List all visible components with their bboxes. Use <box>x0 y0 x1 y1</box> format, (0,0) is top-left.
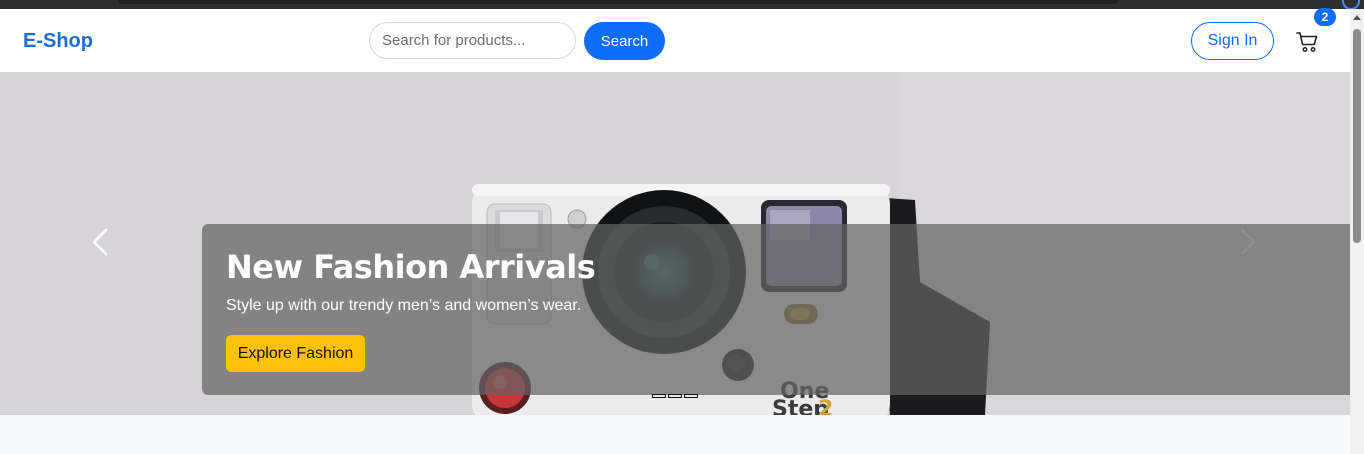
explore-fashion-button[interactable]: Explore Fashion <box>226 335 365 372</box>
slide-caption: New Fashion Arrivals Style up with our t… <box>202 224 1350 395</box>
scroll-up-arrow-icon[interactable] <box>1353 15 1361 20</box>
browser-address-bar-edge <box>118 0 1118 4</box>
search-input[interactable] <box>369 22 576 59</box>
carousel-indicator[interactable] <box>684 394 698 398</box>
browser-top-strip <box>0 0 1364 10</box>
svg-text:2: 2 <box>818 397 833 415</box>
cart-count-badge: 2 <box>1314 8 1336 26</box>
chevron-left-icon <box>92 228 108 256</box>
brand-logo[interactable]: E-Shop <box>23 30 93 53</box>
sign-in-button[interactable]: Sign In <box>1191 22 1274 60</box>
search-button[interactable]: Search <box>584 22 665 60</box>
cart-icon[interactable] <box>1296 31 1320 53</box>
carousel-indicator[interactable] <box>652 394 666 398</box>
slide-title: New Fashion Arrivals <box>226 248 596 286</box>
navbar: E-Shop Search Sign In 2 <box>0 8 1350 73</box>
carousel-indicators <box>652 394 698 398</box>
hero-carousel: One Step 2 New Fashion Arrivals Style up… <box>0 72 1350 415</box>
scrollbar-thumb[interactable] <box>1353 29 1361 243</box>
carousel-prev-button[interactable] <box>80 222 120 262</box>
carousel-indicator[interactable] <box>668 394 682 398</box>
slide-description: Style up with our trendy men’s and women… <box>226 297 582 314</box>
page-scrollbar[interactable] <box>1350 9 1364 454</box>
